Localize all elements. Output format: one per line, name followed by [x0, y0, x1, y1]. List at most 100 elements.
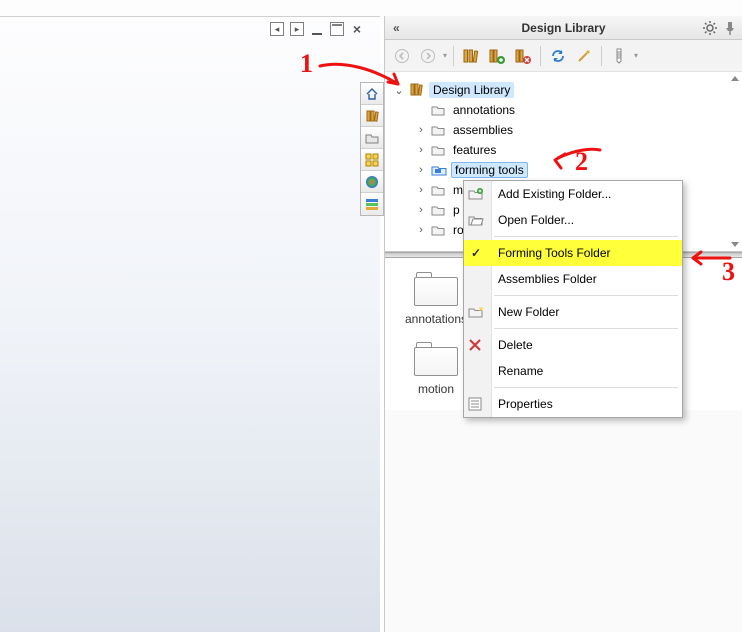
file-explorer-tab[interactable]	[361, 127, 383, 149]
window-controls: ◂ ▸ ×	[270, 22, 364, 36]
ctx-open-folder[interactable]: Open Folder...	[464, 207, 682, 233]
scroll-down-icon[interactable]	[731, 242, 739, 247]
folder-icon	[365, 131, 379, 145]
tree-item-features[interactable]: › features	[413, 140, 738, 160]
folder-open-icon	[468, 213, 488, 227]
nav-back-button[interactable]	[391, 45, 413, 67]
ctx-delete[interactable]: Delete	[464, 332, 682, 358]
close-button[interactable]: ×	[350, 22, 364, 36]
toolbar-sep	[601, 46, 602, 66]
check-icon: ✓	[471, 246, 481, 260]
library-del-button[interactable]	[512, 45, 534, 67]
tree-item-label: assemblies	[449, 122, 517, 138]
folder-large-icon	[414, 272, 458, 306]
taskpane-tab-strip	[360, 82, 384, 216]
param-button[interactable]	[608, 45, 630, 67]
minimize-button[interactable]	[310, 22, 324, 36]
ctx-item-label: Open Folder...	[498, 213, 574, 227]
chevron-right-icon[interactable]: ›	[415, 164, 427, 176]
ctx-new-folder[interactable]: New Folder	[464, 299, 682, 325]
list-icon	[365, 197, 379, 211]
tree-item-label: forming tools	[451, 162, 528, 178]
folder-item-label: motion	[418, 382, 454, 396]
folder-icon	[431, 144, 445, 156]
appearances-tab[interactable]	[361, 171, 383, 193]
books-x-icon	[514, 47, 532, 65]
arrow-right-icon	[420, 48, 436, 64]
home-tab[interactable]	[361, 83, 383, 105]
context-menu: Add Existing Folder... Open Folder... ✓ …	[463, 180, 683, 418]
folder-icon	[431, 224, 445, 236]
chevron-right-icon[interactable]: ›	[415, 224, 427, 236]
tree-item-annotations[interactable]: annotations	[413, 100, 738, 120]
folder-icon	[431, 104, 445, 116]
custom-props-tab[interactable]	[361, 193, 383, 215]
graphics-canvas[interactable]	[0, 16, 380, 632]
nav-fwd-button[interactable]	[417, 45, 439, 67]
tree-root[interactable]: ⌄ Design Library	[391, 80, 738, 100]
ctx-forming-tools-folder[interactable]: ✓ Forming Tools Folder	[464, 240, 682, 266]
design-library-tab[interactable]	[361, 105, 383, 127]
folder-item[interactable]: motion	[401, 342, 471, 396]
color-ball-icon	[365, 175, 379, 189]
ctx-separator	[494, 328, 678, 329]
chevron-right-icon[interactable]: ›	[415, 144, 427, 156]
books-icon	[409, 82, 425, 98]
books-plus-icon	[488, 47, 506, 65]
toolbar-sep	[540, 46, 541, 66]
scroll-up-icon[interactable]	[731, 76, 739, 81]
panel-toolbar: ▾ ▾	[385, 40, 742, 72]
next-doc-button[interactable]: ▸	[290, 22, 304, 36]
folder-icon	[431, 184, 445, 196]
chevron-right-icon[interactable]: ›	[415, 204, 427, 216]
library-add-button[interactable]	[486, 45, 508, 67]
toolbar-sep	[453, 46, 454, 66]
grid-icon	[365, 153, 379, 167]
ctx-assemblies-folder[interactable]: Assemblies Folder	[464, 266, 682, 292]
tree-item-assemblies[interactable]: › assemblies	[413, 120, 738, 140]
library-button[interactable]	[460, 45, 482, 67]
tree-item-label: annotations	[449, 102, 519, 118]
folder-new-icon	[468, 305, 488, 319]
tree-scrollbar[interactable]	[730, 76, 740, 247]
folder-icon	[431, 124, 445, 136]
ctx-item-label: Forming Tools Folder	[498, 246, 611, 260]
panel-header: « Design Library	[385, 16, 742, 40]
prev-doc-button[interactable]: ◂	[270, 22, 284, 36]
pushpin-icon	[724, 21, 736, 35]
view-palette-tab[interactable]	[361, 149, 383, 171]
screw-icon	[612, 48, 626, 64]
ctx-item-label: Add Existing Folder...	[498, 187, 611, 201]
tree-item-forming-tools[interactable]: › forming tools	[413, 160, 738, 180]
tree-item-label: p	[449, 202, 464, 218]
ctx-item-label: Delete	[498, 338, 533, 352]
maximize-button[interactable]	[330, 22, 344, 36]
ctx-rename[interactable]: Rename	[464, 358, 682, 384]
refresh-button[interactable]	[547, 45, 569, 67]
forming-tools-icon	[431, 163, 447, 177]
properties-icon	[468, 397, 488, 411]
search-button[interactable]	[573, 45, 595, 67]
wand-icon	[576, 48, 592, 64]
folder-item-label: annotations	[405, 312, 467, 326]
folder-large-icon	[414, 342, 458, 376]
ctx-item-label: Properties	[498, 397, 553, 411]
chevron-down-icon[interactable]: ⌄	[393, 84, 405, 97]
ctx-item-label: Rename	[498, 364, 543, 378]
folder-icon	[431, 204, 445, 216]
books-icon	[365, 109, 379, 123]
arrow-left-icon	[394, 48, 410, 64]
refresh-icon	[550, 48, 566, 64]
ctx-separator	[494, 387, 678, 388]
ctx-item-label: Assemblies Folder	[498, 272, 597, 286]
ctx-add-existing-folder[interactable]: Add Existing Folder...	[464, 181, 682, 207]
chevron-right-icon[interactable]: ›	[415, 124, 427, 136]
collapse-panel-button[interactable]: «	[389, 21, 404, 35]
chevron-right-icon[interactable]: ›	[415, 184, 427, 196]
panel-options-button[interactable]	[700, 20, 720, 36]
ctx-properties[interactable]: Properties	[464, 391, 682, 417]
delete-x-icon	[468, 338, 488, 352]
window-top-strip	[0, 0, 742, 16]
unpin-button[interactable]	[722, 21, 738, 35]
books-icon	[462, 47, 480, 65]
